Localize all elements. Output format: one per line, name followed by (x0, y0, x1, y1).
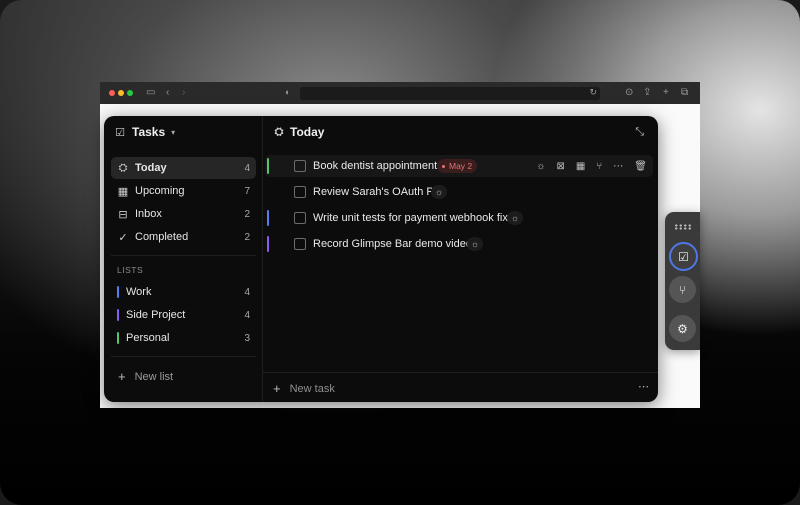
nav-label: Completed (135, 231, 189, 243)
zoom-window-button[interactable] (127, 90, 133, 96)
today-icon: ⛭ (118, 161, 128, 174)
tab-overview-icon[interactable]: ⧉ (681, 86, 688, 100)
nav-count: 4 (244, 162, 250, 174)
today-icon: ⛭ (274, 125, 284, 138)
list-color-bar (117, 309, 119, 321)
plus-icon: + (273, 381, 281, 396)
main-header: ⛭ Today (273, 125, 325, 139)
new-tab-icon[interactable]: + (663, 86, 669, 100)
sun-icon[interactable]: ☼ (507, 211, 523, 225)
due-date-label: May 2 (449, 161, 473, 171)
task-list-color-bar (267, 210, 269, 226)
share-icon[interactable]: ⇪ (643, 86, 651, 100)
pull-request-icon[interactable]: ⑂ (669, 276, 696, 303)
back-icon[interactable]: ‹ (166, 86, 169, 100)
nav-count: 2 (244, 208, 250, 220)
task-title[interactable]: Review Sarah's OAuth PR (313, 186, 442, 198)
address-bar[interactable]: ◐ ↻ (285, 87, 600, 100)
list-count: 3 (244, 332, 250, 344)
chevron-down-icon: ▾ (171, 127, 176, 137)
more-icon[interactable]: ⋯ (638, 380, 649, 393)
list-item-work[interactable]: Work 4 (117, 282, 256, 302)
nav-count: 7 (244, 185, 250, 197)
checkbox-square-icon: ☑ (115, 126, 125, 139)
task-row[interactable]: Book dentist appointment May 2 ☼ ⊠ ▦ ⑂ ⋯… (265, 155, 653, 177)
forward-icon[interactable]: › (182, 86, 185, 100)
download-icon[interactable]: ⊙ (625, 86, 633, 100)
gear-icon[interactable]: ⚙ (669, 315, 696, 342)
nav-label: Today (135, 162, 167, 174)
list-label: Work (126, 286, 152, 298)
browser-toolbar: ▭ ‹ › ◐ ↻ ⊙ ⇪ + ⧉ (100, 82, 700, 104)
divider (111, 356, 256, 357)
list-color-bar (117, 332, 119, 344)
new-list-button[interactable]: + New list (118, 369, 173, 384)
calendar-icon: ▦ (117, 185, 129, 198)
task-row[interactable]: Record Glimpse Bar demo video ☼ (265, 233, 653, 255)
task-checkbox[interactable] (294, 212, 306, 224)
trash-icon[interactable]: 🗑 (634, 161, 647, 172)
plus-icon: + (118, 369, 126, 384)
new-task-label: New task (289, 382, 335, 395)
tasks-checkbox-icon[interactable]: ☑ (669, 242, 698, 271)
branch-icon[interactable]: ⑂ (596, 161, 602, 172)
task-row[interactable]: Write unit tests for payment webhook fix… (265, 207, 653, 229)
date-dot-icon (442, 164, 445, 168)
sidebar-title: Tasks (132, 125, 166, 139)
calendar-icon[interactable]: ▦ (576, 161, 585, 172)
task-checkbox[interactable] (294, 160, 306, 172)
new-list-label: New list (134, 370, 174, 383)
check-double-icon: ✓ (118, 231, 128, 244)
page-title: Today (290, 125, 325, 139)
nav-item-upcoming[interactable]: ▦ Upcoming 7 (111, 180, 256, 202)
task-checkbox[interactable] (294, 186, 306, 198)
lists-heading: LISTS (117, 265, 144, 275)
sun-icon[interactable]: ☼ (536, 161, 545, 172)
glimpse-bar: ☑ ⑂ ⚙ (665, 212, 700, 350)
divider (263, 372, 658, 373)
collapse-icon[interactable]: ⤡ (635, 126, 644, 139)
nav-item-today[interactable]: ⛭ Today 4 (111, 157, 256, 179)
list-label: Side Project (126, 309, 186, 321)
more-icon[interactable]: ⋯ (613, 161, 623, 172)
list-item-side-project[interactable]: Side Project 4 (117, 305, 256, 325)
nav-count: 2 (244, 231, 250, 243)
minimize-window-button[interactable] (118, 90, 124, 96)
drag-handle-icon[interactable] (674, 224, 692, 230)
task-row[interactable]: Review Sarah's OAuth PR ☼ (265, 181, 653, 203)
task-title[interactable]: Write unit tests for payment webhook fix (313, 212, 508, 224)
tasks-app: ☑ Tasks ▾ ⛭ Today 4 ▦ Upcoming 7 ⊟ Inbox… (104, 116, 658, 402)
list-count: 4 (244, 286, 250, 298)
new-task-button[interactable]: + New task (273, 381, 335, 396)
task-list-color-bar (267, 158, 269, 174)
main-panel: ⛭ Today ⤡ Book dentist appointment May 2… (263, 116, 658, 402)
sidebar-toggle-icon[interactable]: ▭ (146, 86, 155, 100)
nav-label: Inbox (135, 208, 162, 220)
list-label: Personal (126, 332, 170, 344)
sun-icon[interactable]: ☼ (431, 185, 447, 199)
task-title[interactable]: Book dentist appointment (313, 160, 437, 172)
inbox-icon: ⊟ (118, 208, 128, 221)
privacy-shield-icon: ◐ (285, 87, 291, 97)
sidebar: ☑ Tasks ▾ ⛭ Today 4 ▦ Upcoming 7 ⊟ Inbox… (104, 116, 263, 402)
due-date-badge[interactable]: May 2 (437, 159, 478, 173)
divider (111, 255, 256, 256)
close-window-button[interactable] (109, 90, 115, 96)
task-list-color-bar (267, 236, 269, 252)
sidebar-header[interactable]: ☑ Tasks ▾ (114, 125, 175, 139)
task-checkbox[interactable] (294, 238, 306, 250)
sun-icon[interactable]: ☼ (467, 237, 483, 251)
task-title[interactable]: Record Glimpse Bar demo video (313, 238, 472, 250)
calendar-off-icon[interactable]: ⊠ (556, 161, 564, 172)
nav-item-inbox[interactable]: ⊟ Inbox 2 (111, 203, 256, 225)
list-color-bar (117, 286, 119, 298)
nav-label: Upcoming (135, 185, 185, 197)
list-item-personal[interactable]: Personal 3 (117, 328, 256, 348)
task-row-actions: ☼ ⊠ ▦ ⑂ ⋯ 🗑 (536, 155, 647, 177)
reload-icon[interactable]: ↻ (589, 87, 597, 98)
nav-item-completed[interactable]: ✓ Completed 2 (111, 226, 256, 248)
list-count: 4 (244, 309, 250, 321)
